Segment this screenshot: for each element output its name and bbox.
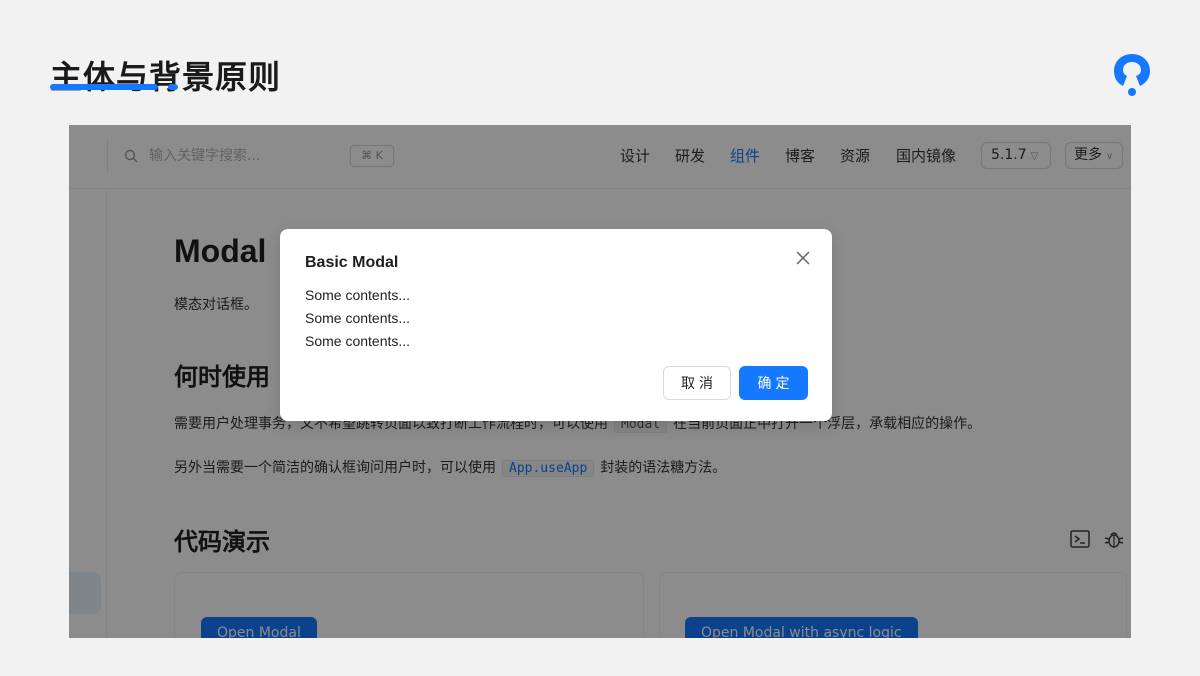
modal-title: Basic Modal [305, 254, 399, 271]
browser-screenshot: ⌘ K 设计 研发 组件 博客 资源 国内镜像 5.1.7▽ 更多∨ Modal… [69, 125, 1131, 638]
slide-title: 主体与背景原则 [50, 58, 282, 96]
title-underline [50, 84, 158, 90]
cancel-button[interactable]: 取消 [663, 366, 731, 400]
ok-button[interactable]: 确定 [739, 366, 808, 400]
modal-content-line: Some contents... [305, 310, 411, 326]
modal-content-line: Some contents... [305, 333, 411, 349]
title-underline-dot [168, 84, 178, 90]
close-icon[interactable] [794, 249, 812, 267]
pin-logo-icon [1114, 54, 1150, 96]
modal-dialog: Basic Modal Some contents... Some conten… [280, 229, 832, 421]
modal-content-line: Some contents... [305, 287, 411, 303]
